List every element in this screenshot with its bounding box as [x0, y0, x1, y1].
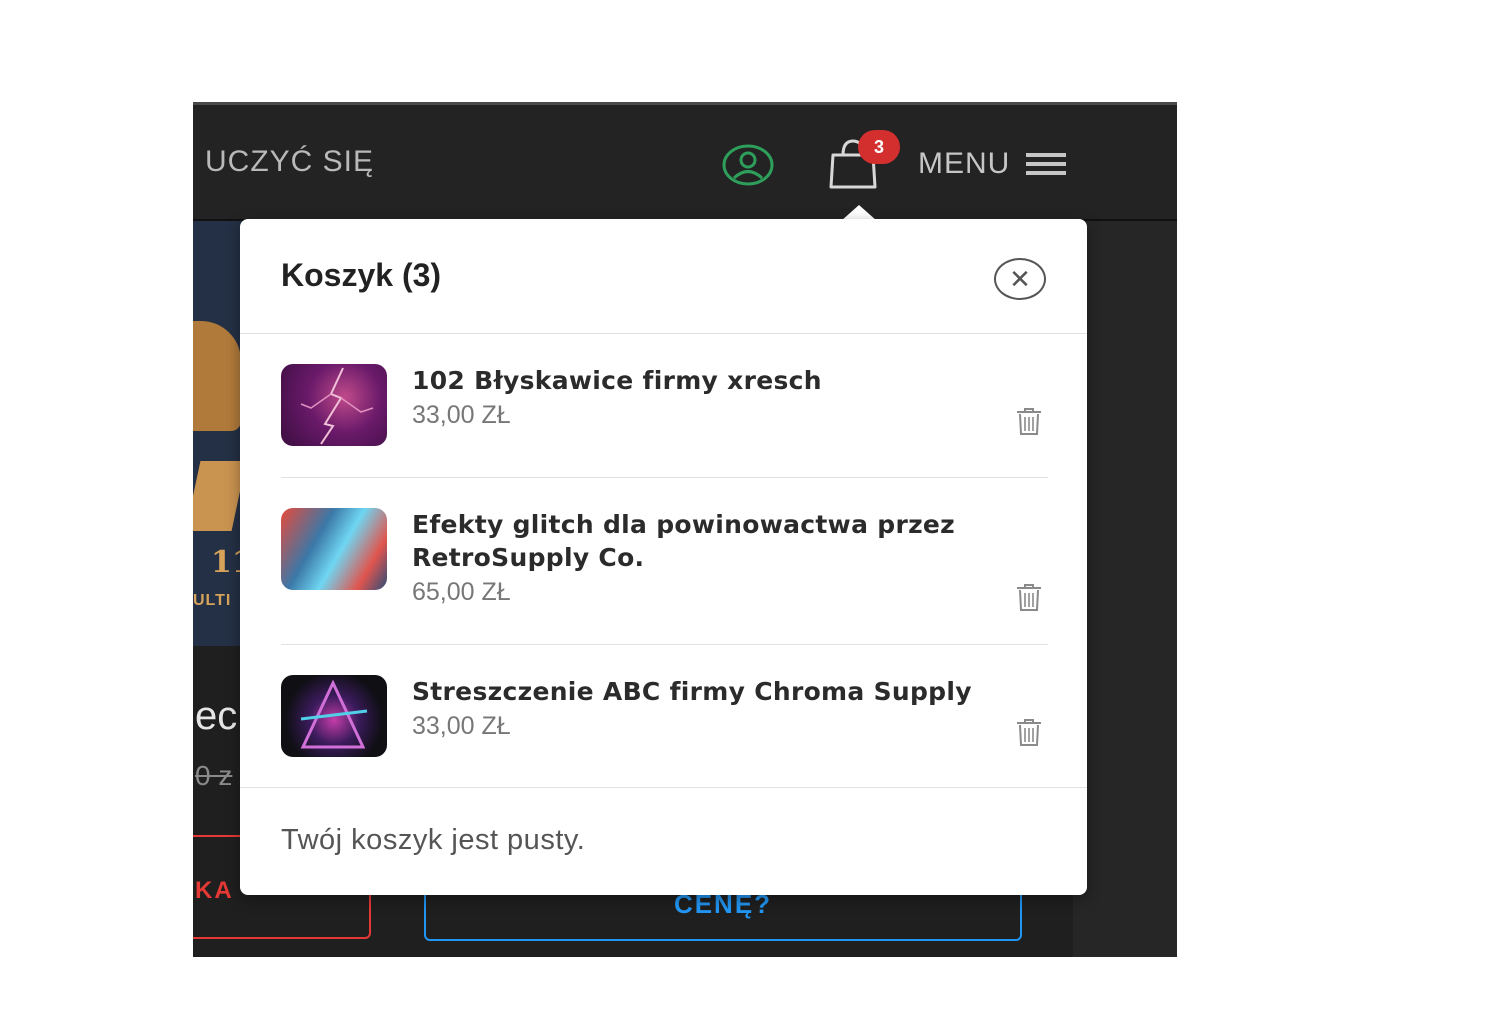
menu-button[interactable]: MENU	[918, 147, 1067, 181]
cart-item-name[interactable]: 102 Błyskawice firmy xresch	[412, 364, 1012, 397]
cart-item-price: 33,00 ZŁ	[412, 401, 511, 429]
item-divider	[281, 644, 1048, 645]
product-thumbnail[interactable]	[281, 508, 387, 590]
cart-item: Streszczenie ABC firmy Chroma Supply 33,…	[281, 675, 1048, 765]
cart-item-price: 65,00 ZŁ	[412, 578, 511, 606]
user-circle-icon[interactable]	[722, 143, 774, 187]
nav-learn-link[interactable]: UCZYĆ SIĘ	[205, 145, 374, 179]
old-price-fragment: 0 z	[195, 760, 233, 791]
menu-label: MENU	[918, 147, 1011, 180]
cart-title: Koszyk (3)	[281, 257, 442, 293]
cart-item-name[interactable]: Streszczenie ABC firmy Chroma Supply	[412, 675, 1012, 708]
trash-icon[interactable]	[1014, 406, 1044, 436]
hero-art-shape	[193, 461, 247, 531]
close-icon[interactable]: ✕	[994, 258, 1046, 300]
cart-item: Efekty glitch dla powinowactwa przez Ret…	[281, 508, 1048, 611]
cart-popover: Koszyk (3) ✕ 102 Błyskawice firmy xresch…	[240, 219, 1087, 895]
cart-item-name[interactable]: Efekty glitch dla powinowactwa przez Ret…	[412, 508, 1012, 574]
right-gutter	[1073, 221, 1177, 957]
hamburger-icon	[1026, 153, 1067, 175]
product-thumbnail[interactable]	[281, 675, 387, 757]
cart-item: 102 Błyskawice firmy xresch 33,00 ZŁ	[281, 364, 1048, 454]
product-title-fragment: ec	[195, 694, 238, 738]
site-header: UCZYĆ SIĘ 3 MENU	[193, 105, 1177, 221]
hero-art-shape	[193, 321, 241, 431]
hero-word: ULTI	[193, 592, 232, 609]
cart-header: Koszyk (3) ✕	[240, 219, 1087, 334]
trash-icon[interactable]	[1014, 717, 1044, 747]
cart-item-price: 33,00 ZŁ	[412, 712, 511, 740]
item-divider	[281, 477, 1048, 478]
empty-cart-message: Twój koszyk jest pusty.	[281, 824, 586, 856]
trash-icon[interactable]	[1014, 582, 1044, 612]
cart-count-badge: 3	[858, 130, 900, 164]
cart-footer: Twój koszyk jest pusty.	[240, 787, 1087, 896]
product-thumbnail[interactable]	[281, 364, 387, 446]
